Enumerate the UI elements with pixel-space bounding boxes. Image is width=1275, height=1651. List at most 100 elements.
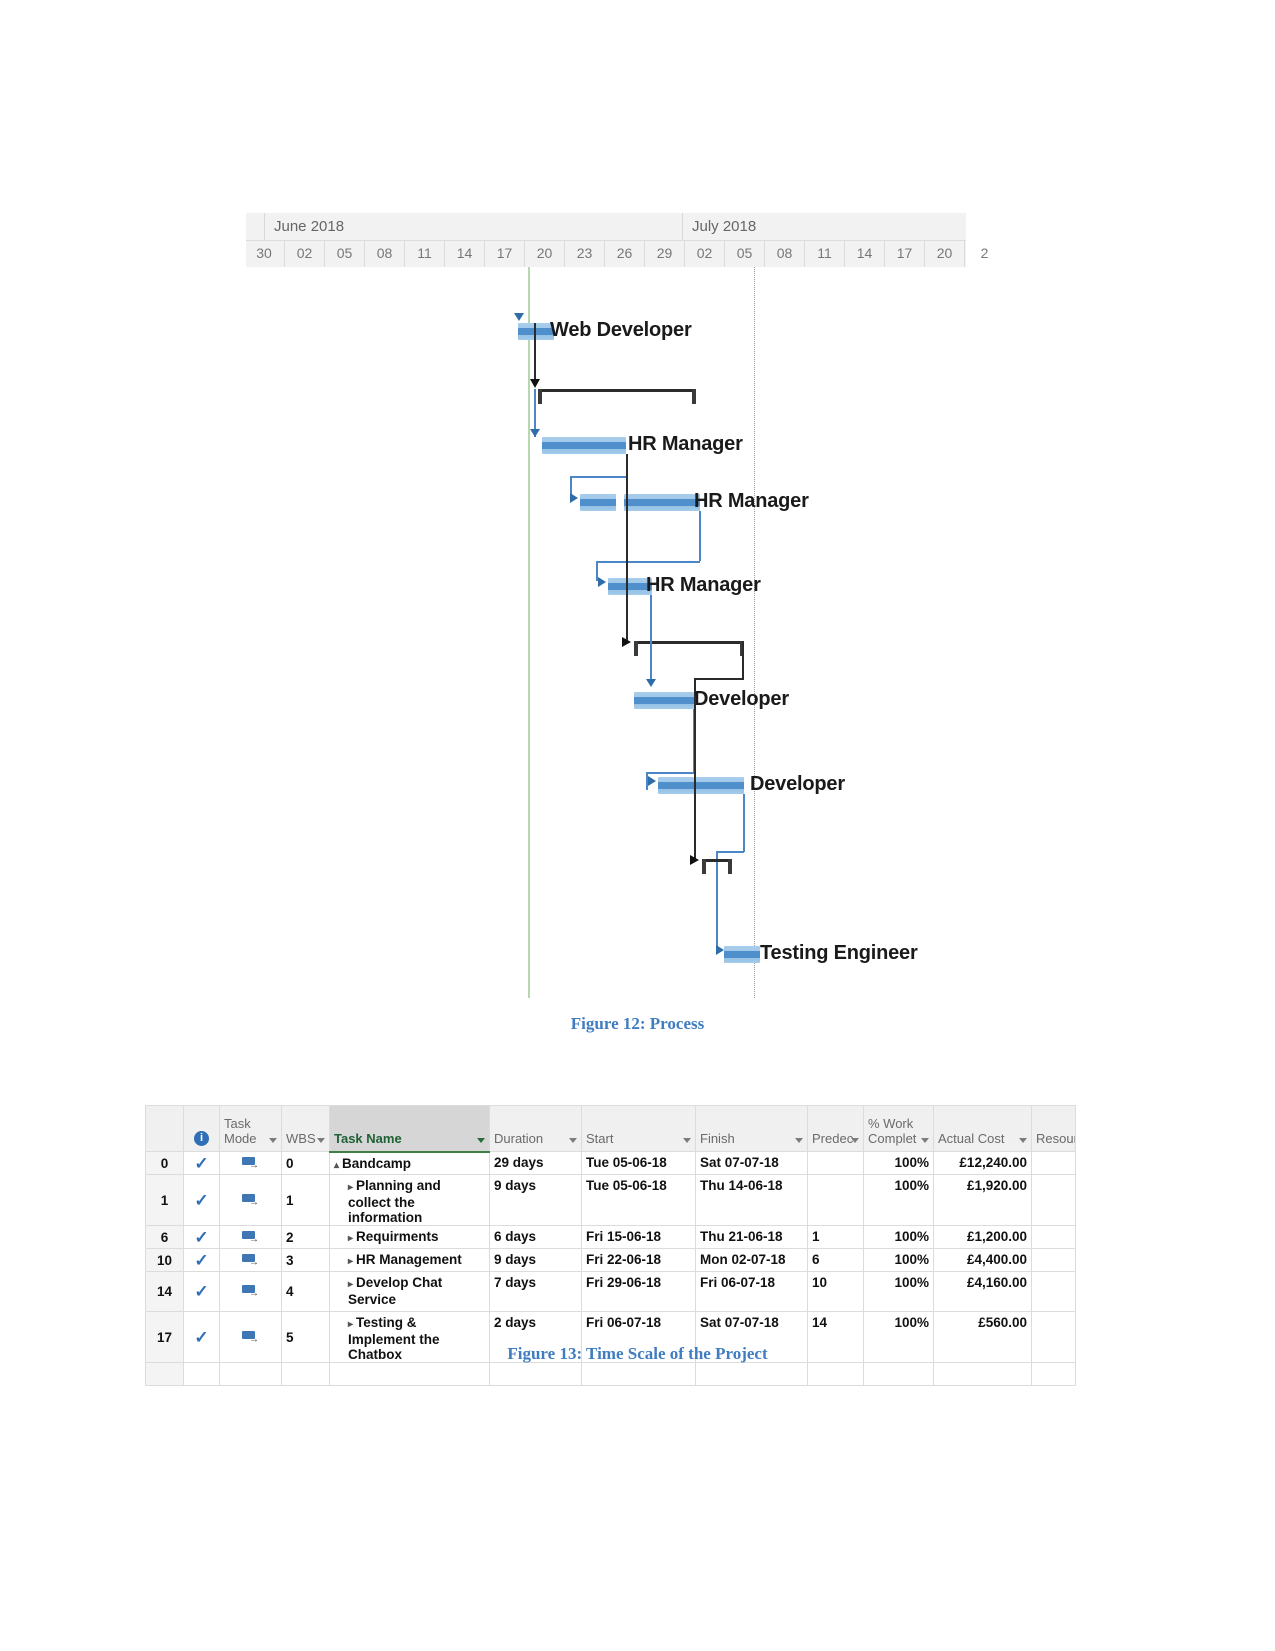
expand-chevron-icon[interactable]: ▸ [348,1231,353,1246]
gantt-bar-hr-manager-2[interactable] [580,494,616,511]
cell-duration[interactable]: 6 days [489,1225,582,1249]
cell-taskname[interactable]: ▸ Planning and collect the information [329,1174,490,1226]
cell-finish[interactable]: Sat 07-07-18 [695,1151,808,1175]
table-header-wbs[interactable]: WBS [281,1105,330,1152]
gantt-bar-web-developer[interactable] [518,323,554,340]
cell-duration[interactable]: 9 days [489,1174,582,1226]
cell-empty-resource[interactable] [1031,1362,1076,1386]
table-header-pctwork[interactable]: % Work Complet [863,1105,934,1152]
cell-finish[interactable]: Mon 02-07-18 [695,1248,808,1272]
cell-pctwork[interactable]: 100% [863,1174,934,1226]
cell-finish[interactable]: Thu 14-06-18 [695,1174,808,1226]
filter-arrow-icon[interactable] [569,1138,577,1143]
cell-taskmode[interactable]: → [219,1248,282,1272]
cell-taskname[interactable]: ▸ Requirments [329,1225,490,1249]
cell-info[interactable]: ✓ [183,1151,220,1175]
gantt-bar-developer-2[interactable] [658,777,744,794]
table-row[interactable]: 14 ✓ → 4 ▸ Develop Chat Service 7 days Fri 29-0… [145,1271,1076,1312]
cell-taskmode[interactable]: → [219,1151,282,1175]
cell-taskmode[interactable]: → [219,1174,282,1226]
table-header-finish[interactable]: Finish [695,1105,808,1152]
table-row[interactable]: 0 ✓ → 0 ▴ Bandcamp 29 days Tue 05-06-18 Sat 07-0… [145,1151,1076,1175]
expand-chevron-icon[interactable]: ▸ [348,1317,353,1332]
cell-empty-info[interactable] [183,1362,220,1386]
table-header-pred[interactable]: Predec [807,1105,864,1152]
table-header-start[interactable]: Start [581,1105,696,1152]
cell-empty-pred[interactable] [807,1362,864,1386]
expand-chevron-icon[interactable]: ▸ [348,1277,353,1292]
cell-empty-start[interactable] [581,1362,696,1386]
filter-arrow-icon[interactable] [269,1138,277,1143]
cell-start[interactable]: Fri 29-06-18 [581,1271,696,1312]
filter-arrow-icon[interactable] [477,1137,485,1143]
cell-empty-pctwork[interactable] [863,1362,934,1386]
cell-rownum[interactable]: 6 [145,1225,184,1249]
cell-empty-cost[interactable] [933,1362,1032,1386]
cell-cost[interactable]: £12,240.00 [933,1151,1032,1175]
cell-start[interactable]: Tue 05-06-18 [581,1151,696,1175]
cell-pctwork[interactable]: 100% [863,1225,934,1249]
cell-rownum[interactable]: 1 [145,1174,184,1226]
cell-taskname[interactable]: ▸ HR Management [329,1248,490,1272]
table-header-resource[interactable]: Resource [1031,1105,1076,1152]
cell-cost[interactable]: £1,200.00 [933,1225,1032,1249]
filter-arrow-icon[interactable] [1019,1138,1027,1143]
cell-pred[interactable] [807,1174,864,1226]
table-header-taskname[interactable]: Task Name [329,1105,490,1153]
cell-wbs[interactable]: 2 [281,1225,330,1249]
cell-rownum[interactable]: 10 [145,1248,184,1272]
table-row[interactable]: 1 ✓ → 1 ▸ Planning and collect the informatio… [145,1174,1076,1226]
cell-start[interactable]: Fri 15-06-18 [581,1225,696,1249]
gantt-bar-hr-manager-1[interactable] [542,437,626,454]
cell-pctwork[interactable]: 100% [863,1248,934,1272]
expand-chevron-icon[interactable]: ▸ [348,1254,353,1269]
cell-info[interactable]: ✓ [183,1225,220,1249]
gantt-bar-developer-1[interactable] [634,692,694,709]
table-row[interactable]: 6 ✓ → 2 ▸ Requirments 6 days Fri 15-06-18 Thu 21… [145,1225,1076,1249]
cell-pred[interactable]: 1 [807,1225,864,1249]
cell-empty-taskname[interactable] [329,1362,490,1386]
cell-info[interactable]: ✓ [183,1271,220,1312]
cell-resource[interactable] [1031,1151,1076,1175]
cell-start[interactable]: Tue 05-06-18 [581,1174,696,1226]
cell-empty-duration[interactable] [489,1362,582,1386]
cell-empty-rownum[interactable] [145,1362,184,1386]
table-header-cost[interactable]: Actual Cost [933,1105,1032,1152]
gantt-bar-testing-engineer[interactable] [724,946,760,963]
cell-rownum[interactable]: 0 [145,1151,184,1175]
table-header-rownum[interactable] [145,1105,184,1152]
cell-pred[interactable]: 10 [807,1271,864,1312]
cell-cost[interactable]: £4,160.00 [933,1271,1032,1312]
cell-finish[interactable]: Thu 21-06-18 [695,1225,808,1249]
cell-pred[interactable] [807,1151,864,1175]
cell-empty-taskmode[interactable] [219,1362,282,1386]
filter-arrow-icon[interactable] [851,1138,859,1143]
cell-pctwork[interactable]: 100% [863,1151,934,1175]
filter-arrow-icon[interactable] [921,1138,929,1143]
table-row[interactable]: 10 ✓ → 3 ▸ HR Management 9 days Fri 22-06-18 Mon… [145,1248,1076,1272]
table-header-taskmode[interactable]: Task Mode [219,1105,282,1152]
table-header-info[interactable]: i [183,1105,220,1152]
collapse-chevron-icon[interactable]: ▴ [334,1158,339,1173]
cell-empty-finish[interactable] [695,1362,808,1386]
cell-taskname[interactable]: ▸ Develop Chat Service [329,1271,490,1312]
summary-bar-1[interactable] [538,389,696,404]
cell-empty-wbs[interactable] [281,1362,330,1386]
cell-taskname[interactable]: ▴ Bandcamp [329,1151,490,1175]
cell-resource[interactable] [1031,1271,1076,1312]
cell-cost[interactable]: £4,400.00 [933,1248,1032,1272]
filter-arrow-icon[interactable] [317,1138,325,1143]
cell-wbs[interactable]: 1 [281,1174,330,1226]
gantt-bar-hr-manager-2-part2[interactable] [624,494,700,511]
filter-arrow-icon[interactable] [795,1138,803,1143]
expand-chevron-icon[interactable]: ▸ [348,1180,353,1195]
cell-wbs[interactable]: 0 [281,1151,330,1175]
summary-bar-3[interactable] [702,859,732,874]
filter-arrow-icon[interactable] [683,1138,691,1143]
cell-duration[interactable]: 29 days [489,1151,582,1175]
cell-pred[interactable]: 6 [807,1248,864,1272]
cell-duration[interactable]: 7 days [489,1271,582,1312]
cell-resource[interactable] [1031,1174,1076,1226]
table-header-duration[interactable]: Duration [489,1105,582,1152]
cell-finish[interactable]: Fri 06-07-18 [695,1271,808,1312]
